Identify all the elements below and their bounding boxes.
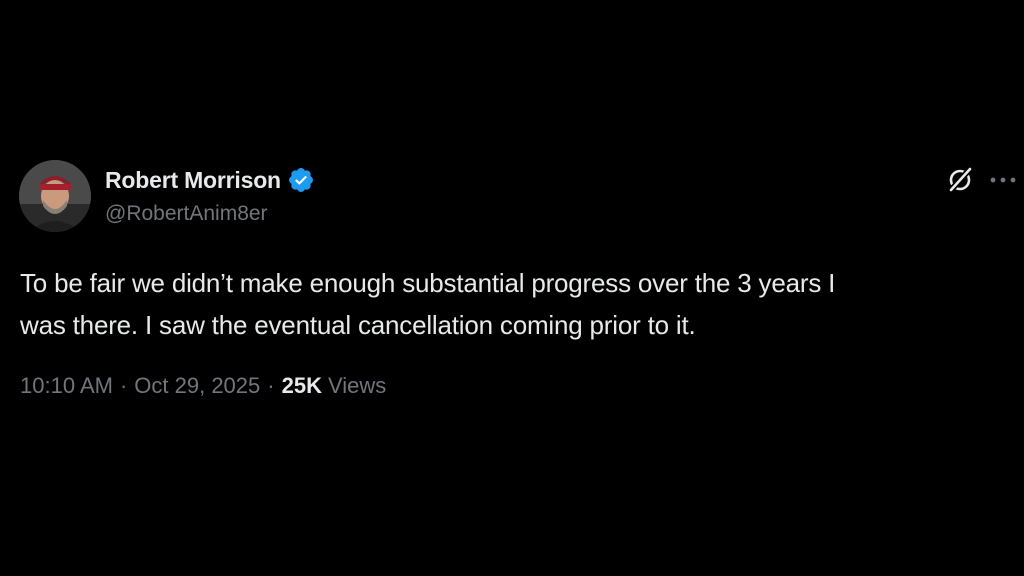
grok-button[interactable] (944, 164, 976, 196)
tweet: Robert Morrison @RobertAnim8er To be fai… (0, 0, 1024, 576)
tweet-text: To be fair we didn’t make enough substan… (20, 262, 1010, 346)
avatar[interactable] (19, 160, 91, 232)
author-display-name[interactable]: Robert Morrison (105, 167, 281, 194)
meta-separator: · (119, 373, 128, 398)
more-options-button[interactable] (986, 164, 1020, 196)
more-options-icon (990, 177, 1016, 183)
author-name-row: Robert Morrison (105, 166, 315, 194)
grok-icon (948, 166, 973, 193)
views[interactable]: 25K Views (282, 373, 387, 399)
views-count: 25K (281, 373, 322, 398)
tweet-text-line-2: was there. I saw the eventual cancellati… (20, 310, 696, 340)
tweet-text-line-1: To be fair we didn’t make enough substan… (20, 268, 836, 298)
author-handle[interactable]: @RobertAnim8er (105, 202, 268, 226)
tweet-meta: 10:10 AM · Oct 29, 2025 · 25K Views (20, 373, 386, 399)
tweet-time[interactable]: 10:10 AM (20, 373, 113, 399)
views-label: Views (327, 373, 387, 398)
tweet-date[interactable]: Oct 29, 2025 (134, 373, 260, 399)
meta-separator: · (267, 373, 275, 398)
verified-badge-icon (288, 168, 313, 192)
